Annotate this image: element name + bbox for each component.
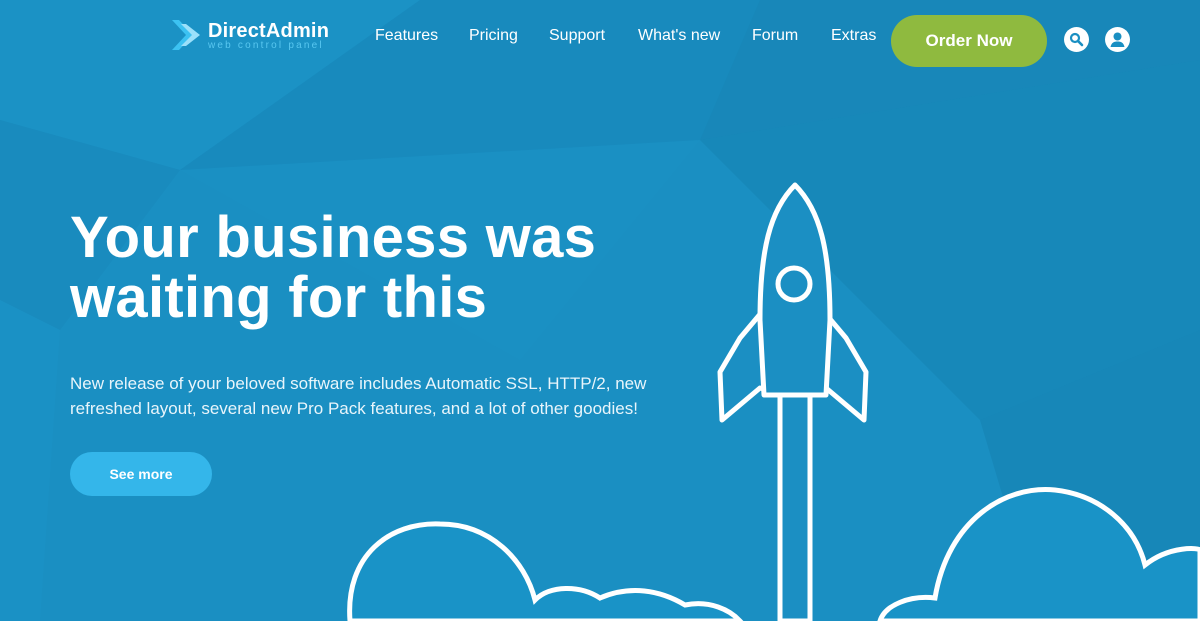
hero-description-line-1: New release of your beloved software inc… <box>70 374 647 393</box>
hero-description: New release of your beloved software inc… <box>70 371 690 421</box>
nav-item-forum[interactable]: Forum <box>752 25 798 47</box>
cloud-illustration <box>347 487 1200 621</box>
user-icon <box>1110 32 1125 47</box>
account-button[interactable] <box>1105 27 1130 52</box>
site-header: DirectAdmin web control panel Features P… <box>0 0 1200 80</box>
nav-item-extras[interactable]: Extras <box>831 25 876 47</box>
see-more-button[interactable]: See more <box>70 452 212 496</box>
search-button[interactable] <box>1064 27 1089 52</box>
hero-title: Your business was waiting for this <box>70 208 670 328</box>
nav-item-features[interactable]: Features <box>375 25 438 47</box>
logo-tagline: web control panel <box>208 40 324 51</box>
hero-description-line-2: refreshed layout, several new Pro Pack f… <box>70 399 638 418</box>
search-icon <box>1069 32 1084 47</box>
hero-title-line-2: waiting for this <box>70 265 488 330</box>
hero-title-line-1: Your business was <box>70 205 597 270</box>
nav-item-whats-new[interactable]: What's new <box>638 25 720 47</box>
nav-item-pricing[interactable]: Pricing <box>469 25 518 47</box>
logo-chevron-icon <box>172 20 200 50</box>
order-now-button[interactable]: Order Now <box>891 15 1047 67</box>
directadmin-logo[interactable]: DirectAdmin web control panel <box>170 18 329 52</box>
logo-text: DirectAdmin web control panel <box>208 18 329 51</box>
nav-item-support[interactable]: Support <box>549 25 605 47</box>
